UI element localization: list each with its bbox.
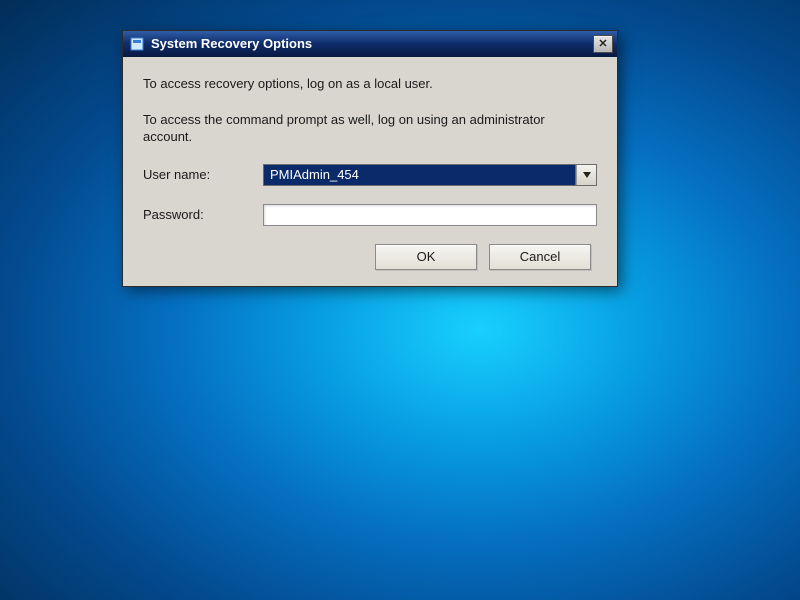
dialog-body: To access recovery options, log on as a … — [123, 57, 617, 286]
password-row: Password: — [143, 204, 597, 226]
dialog-button-row: OK Cancel — [143, 244, 597, 270]
close-icon: ✕ — [598, 37, 607, 50]
password-input[interactable] — [263, 204, 597, 226]
password-label: Password: — [143, 207, 263, 222]
ok-button[interactable]: OK — [375, 244, 477, 270]
system-recovery-dialog: System Recovery Options ✕ To access reco… — [122, 30, 618, 287]
window-title: System Recovery Options — [151, 36, 593, 51]
chevron-down-icon — [583, 172, 591, 178]
username-combobox[interactable]: PMIAdmin_454 — [263, 164, 597, 186]
username-label: User name: — [143, 167, 263, 182]
cancel-button[interactable]: Cancel — [489, 244, 591, 270]
instruction-text-1: To access recovery options, log on as a … — [143, 75, 597, 93]
instruction-text-2: To access the command prompt as well, lo… — [143, 111, 597, 146]
username-row: User name: PMIAdmin_454 — [143, 164, 597, 186]
username-dropdown-button[interactable] — [576, 165, 596, 185]
window-icon — [129, 36, 145, 52]
titlebar[interactable]: System Recovery Options ✕ — [123, 31, 617, 57]
username-value[interactable]: PMIAdmin_454 — [264, 165, 576, 185]
desktop-background: System Recovery Options ✕ To access reco… — [0, 0, 800, 600]
close-button[interactable]: ✕ — [593, 35, 613, 53]
